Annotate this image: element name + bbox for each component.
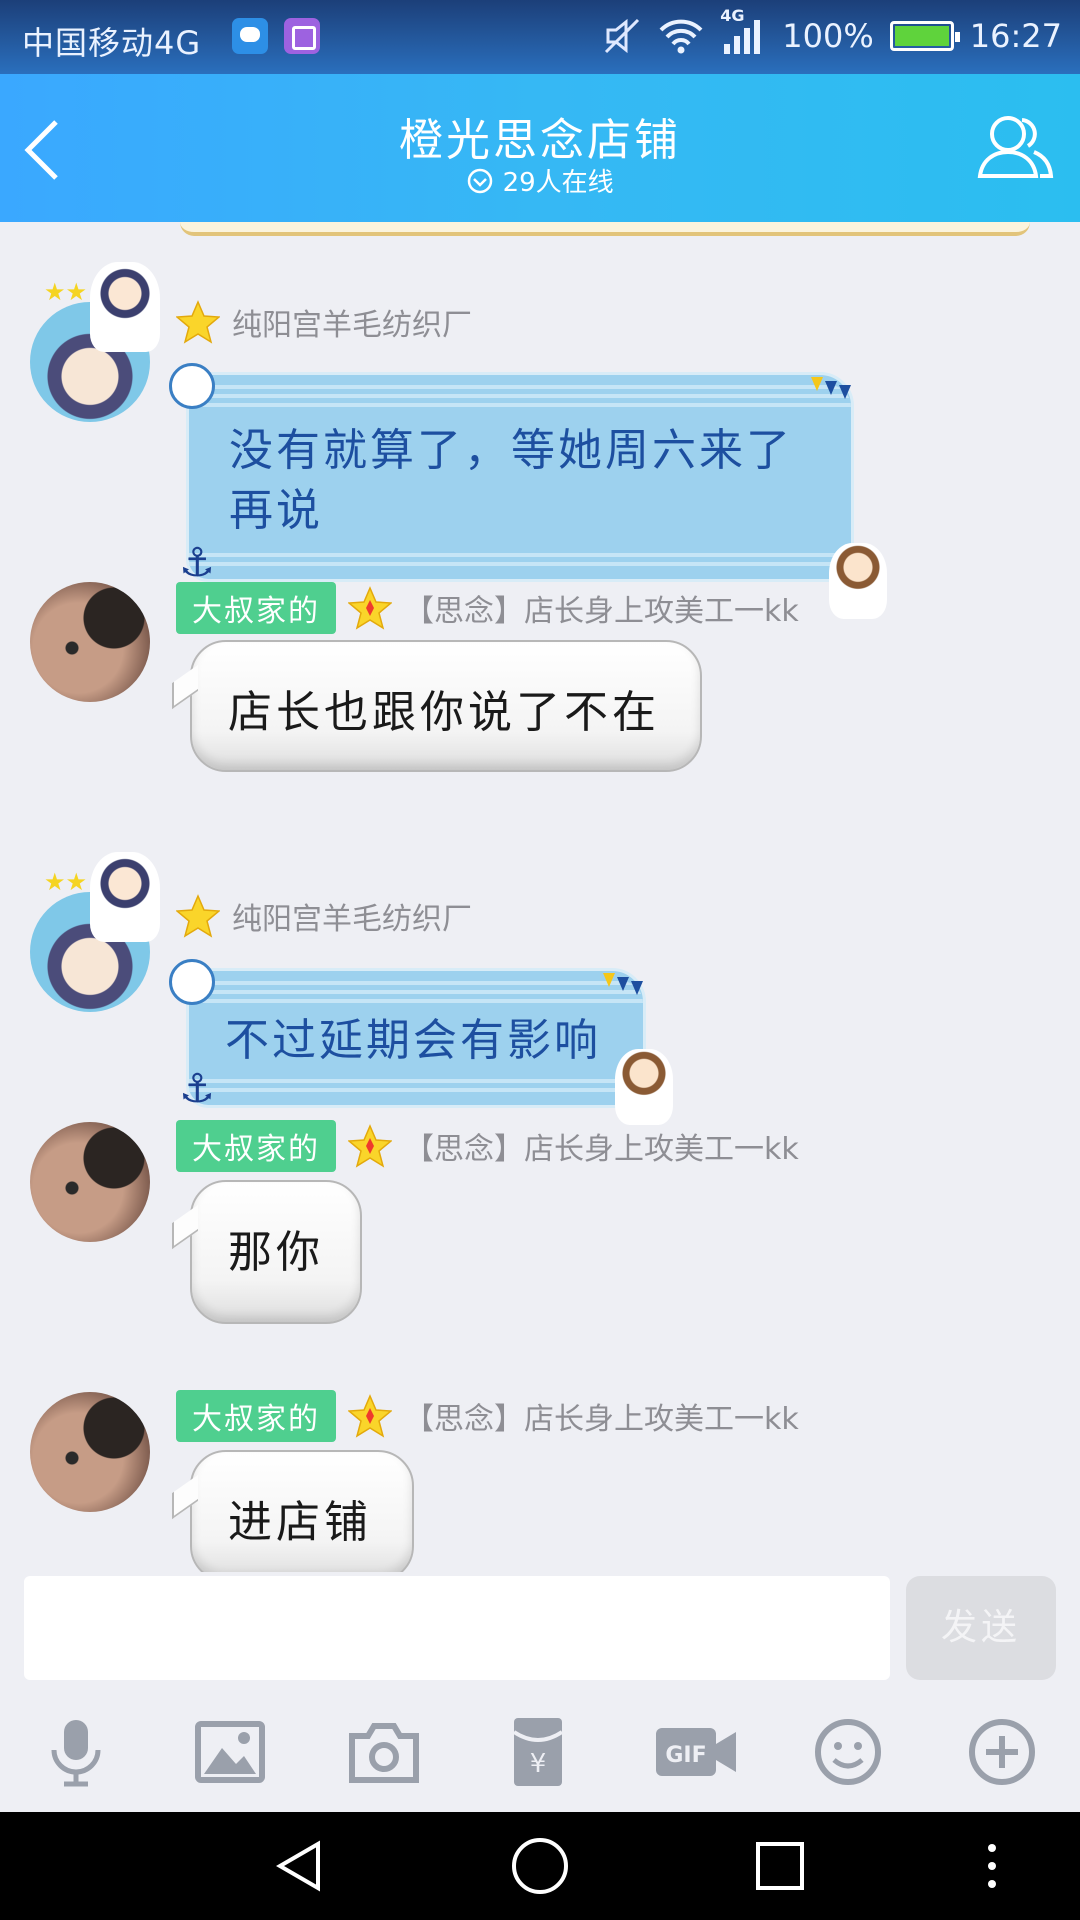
avatar-decoration	[90, 262, 160, 352]
online-count-label: 29人在线	[502, 168, 614, 198]
svg-text:GIF: GIF	[665, 1743, 706, 1768]
message-bubble[interactable]: 那你	[172, 1180, 362, 1324]
message-bubble[interactable]: 店长也跟你说了不在	[172, 640, 702, 772]
voice-button[interactable]	[38, 1714, 114, 1790]
chat-header: 橙光思念店铺 29人在线	[0, 74, 1080, 222]
camera-icon	[349, 1723, 419, 1783]
signal-icon: 4G	[720, 6, 766, 56]
square-recents-icon	[756, 1842, 804, 1890]
level-star-icon	[347, 1124, 393, 1168]
circle-home-icon	[512, 1838, 568, 1894]
emoji-button[interactable]	[810, 1714, 886, 1790]
chat-messages[interactable]: ★★ 纯阳宫羊毛纺织厂 没有就算了，等她周六来了 再说 ⚓ 大叔家的 【思念】店…	[0, 222, 1080, 1572]
sender-name[interactable]: 纯阳宫羊毛纺织厂	[232, 894, 472, 938]
message-header: 大叔家的 【思念】店长身上攻美工一kk	[176, 1390, 799, 1442]
nav-menu-button[interactable]	[962, 1836, 1022, 1896]
avatar[interactable]	[30, 582, 150, 702]
member-tag: 大叔家的	[176, 1390, 336, 1442]
gif-icon: GIF	[656, 1728, 736, 1776]
group-title[interactable]: 橙光思念店铺	[0, 104, 1080, 168]
bunting-icon	[811, 377, 851, 399]
member-tag: 大叔家的	[176, 1120, 336, 1172]
message-header: 大叔家的 【思念】店长身上攻美工一kk	[176, 1120, 799, 1172]
mute-icon	[605, 18, 640, 54]
stars-decoration: ★★	[44, 278, 88, 306]
image-icon	[195, 1721, 265, 1783]
bunting-icon	[603, 973, 643, 995]
emoji-icon	[815, 1719, 881, 1785]
nav-back-button[interactable]	[270, 1836, 330, 1896]
message-input[interactable]	[24, 1576, 890, 1680]
more-vertical-icon	[988, 1844, 996, 1888]
message-text: 店长也跟你说了不在	[228, 687, 660, 738]
more-button[interactable]	[964, 1714, 1040, 1790]
group-members-button[interactable]	[972, 104, 1058, 190]
members-icon	[977, 116, 1054, 178]
member-tag: 大叔家的	[176, 582, 336, 634]
send-button[interactable]: 发送	[906, 1576, 1056, 1680]
red-packet-icon: ¥	[512, 1718, 564, 1786]
message-input-bar: 发送	[0, 1572, 1080, 1690]
sender-name[interactable]: 纯阳宫羊毛纺织厂	[232, 300, 472, 344]
svg-text:¥: ¥	[530, 1749, 547, 1779]
clock: 16:27	[969, 17, 1062, 55]
input-toolbar: ¥ GIF	[0, 1690, 1080, 1812]
message-text: 不过延期会有影响	[225, 1015, 601, 1066]
sticker-decoration	[829, 543, 887, 619]
avatar[interactable]	[30, 1122, 150, 1242]
battery-percent: 100%	[782, 17, 874, 55]
message-bubble[interactable]: 不过延期会有影响 ⚓	[169, 959, 673, 1125]
level-star-icon	[175, 894, 221, 938]
carrier-label: 中国移动4G	[22, 24, 202, 62]
red-packet-button[interactable]: ¥	[500, 1714, 576, 1790]
status-bar: 中国移动4G 4G 100% 16:27	[0, 0, 1080, 74]
anchor-icon: ⚓	[179, 1066, 218, 1112]
wifi-icon	[659, 19, 703, 54]
plus-icon	[969, 1719, 1035, 1785]
avatar[interactable]	[30, 1392, 150, 1512]
camera-button[interactable]	[346, 1714, 422, 1790]
sender-name[interactable]: 【思念】店长身上攻美工一kk	[404, 1394, 799, 1438]
message-header: 大叔家的 【思念】店长身上攻美工一kk	[176, 582, 799, 634]
sender-name[interactable]: 【思念】店长身上攻美工一kk	[404, 586, 799, 630]
sender-name[interactable]: 【思念】店长身上攻美工一kk	[404, 1124, 799, 1168]
nav-home-button[interactable]	[510, 1836, 570, 1896]
message-header: 纯阳宫羊毛纺织厂	[175, 892, 472, 940]
messages-notification-icon	[232, 18, 268, 54]
online-count[interactable]: 29人在线	[0, 162, 1080, 199]
message-bubble[interactable]: 进店铺	[172, 1450, 414, 1572]
sticker-decoration	[615, 1049, 673, 1125]
message-bubble[interactable]: 没有就算了，等她周六来了 再说 ⚓	[169, 363, 887, 619]
nav-recents-button[interactable]	[750, 1836, 810, 1896]
message-text: 进店铺	[228, 1497, 372, 1548]
message-text-line: 没有就算了，等她周六来了	[229, 425, 793, 476]
level-star-icon	[347, 1394, 393, 1438]
level-star-icon	[175, 300, 221, 344]
battery-icon	[889, 21, 960, 51]
vip-badge-icon	[169, 363, 215, 409]
triangle-back-icon	[276, 1840, 320, 1892]
stars-decoration: ★★	[44, 868, 88, 896]
message-text-line: 再说	[229, 485, 323, 536]
photo-button[interactable]	[192, 1714, 268, 1790]
gif-button[interactable]: GIF	[654, 1714, 738, 1790]
message-text: 那你	[228, 1227, 324, 1278]
avatar-decoration	[90, 852, 160, 942]
chevron-down-circle-icon	[468, 168, 493, 194]
message-header: 纯阳宫羊毛纺织厂	[175, 298, 472, 346]
level-star-icon	[347, 586, 393, 630]
system-nav-bar	[0, 1812, 1080, 1920]
vip-badge-icon	[169, 959, 215, 1005]
microphone-icon	[51, 1720, 101, 1787]
gallery-notification-icon	[284, 18, 320, 54]
